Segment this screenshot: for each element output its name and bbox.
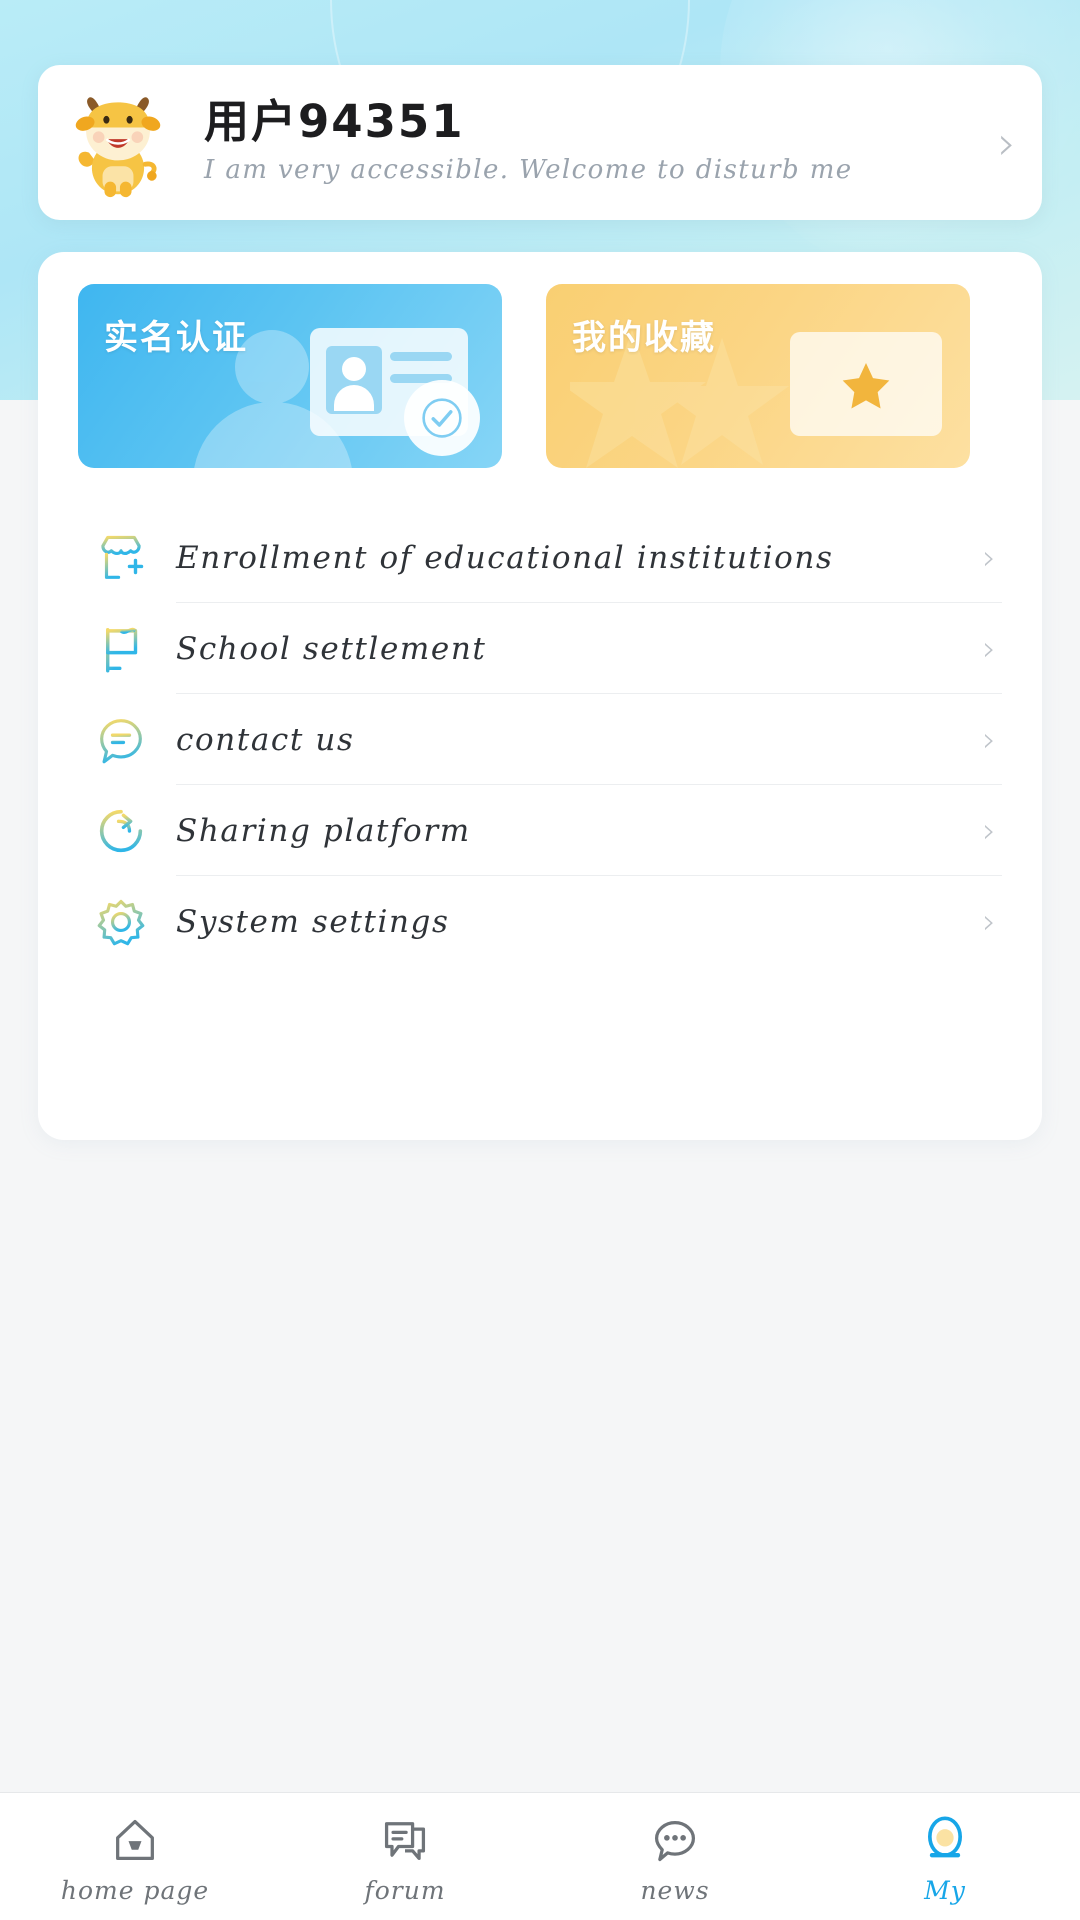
feature-card-row: 实名认证 我的收藏 [38,252,1042,468]
forum-icon [384,1822,426,1861]
chevron-right-icon[interactable]: › [982,905,1002,939]
chevron-right-icon[interactable]: › [982,814,1002,848]
tab-label: news [640,1876,710,1905]
cow-mascot-avatar [75,96,161,197]
chevron-right-icon[interactable]: › [982,632,1002,666]
feature-card-realname-auth[interactable]: 实名认证 [78,284,502,468]
chevron-right-icon[interactable]: › [982,723,1002,757]
feature-card-title: 我的收藏 [572,318,716,358]
tab-news[interactable]: news [540,1793,810,1920]
menu-item-label: Enrollment of educational institutions [176,539,834,576]
tab-forum[interactable]: forum [270,1793,540,1920]
menu-item-label: contact us [176,721,355,758]
menu-item-system-settings[interactable]: System settings › [78,876,1002,967]
feature-card-my-favorites[interactable]: 我的收藏 [546,284,970,468]
news-chat-icon [654,1821,696,1862]
tab-label: forum [364,1876,446,1905]
app-screen: 用户94351 I am very accessible. Welcome to… [0,0,1080,1920]
star-folder-icon [790,332,942,436]
home-icon [116,1819,154,1861]
check-circle-icon [404,380,480,456]
menu-item-school-settlement[interactable]: School settlement › [78,603,1002,694]
menu-item-label: School settlement [176,630,487,667]
main-panel: 实名认证 我的收藏 Enrollment of educational inst… [38,252,1042,1140]
profile-username: 用户94351 [204,95,465,149]
gear-icon [78,893,164,951]
menu-item-enrollment-of-educational-institutions[interactable]: Enrollment of educational institutions › [78,512,1002,603]
flag-icon [78,620,164,678]
menu-item-sharing-platform[interactable]: Sharing platform › [78,785,1002,876]
bottom-tab-bar: home page forum news My [0,1792,1080,1920]
menu-item-label: Sharing platform [176,812,471,849]
settings-menu-list: Enrollment of educational institutions › [38,468,1042,967]
profile-card[interactable]: 用户94351 I am very accessible. Welcome to… [38,65,1042,220]
share-refresh-icon [78,802,164,860]
profile-text: 用户94351 I am very accessible. Welcome to… [176,97,998,188]
profile-signature: I am very accessible. Welcome to disturb… [204,154,853,185]
avatar [60,85,176,201]
tab-my[interactable]: My [810,1793,1080,1920]
user-profile-icon [927,1816,963,1858]
tab-label: My [924,1876,966,1905]
tab-label: home page [60,1876,210,1905]
chat-bubble-lines-icon [78,711,164,769]
chevron-right-icon[interactable]: › [998,120,1016,166]
menu-item-label: System settings [176,903,450,940]
feature-card-title: 实名认证 [104,318,248,358]
menu-item-contact-us[interactable]: contact us › [78,694,1002,785]
store-add-icon [78,529,164,587]
chevron-right-icon[interactable]: › [982,541,1002,575]
tab-home-page[interactable]: home page [0,1793,270,1920]
